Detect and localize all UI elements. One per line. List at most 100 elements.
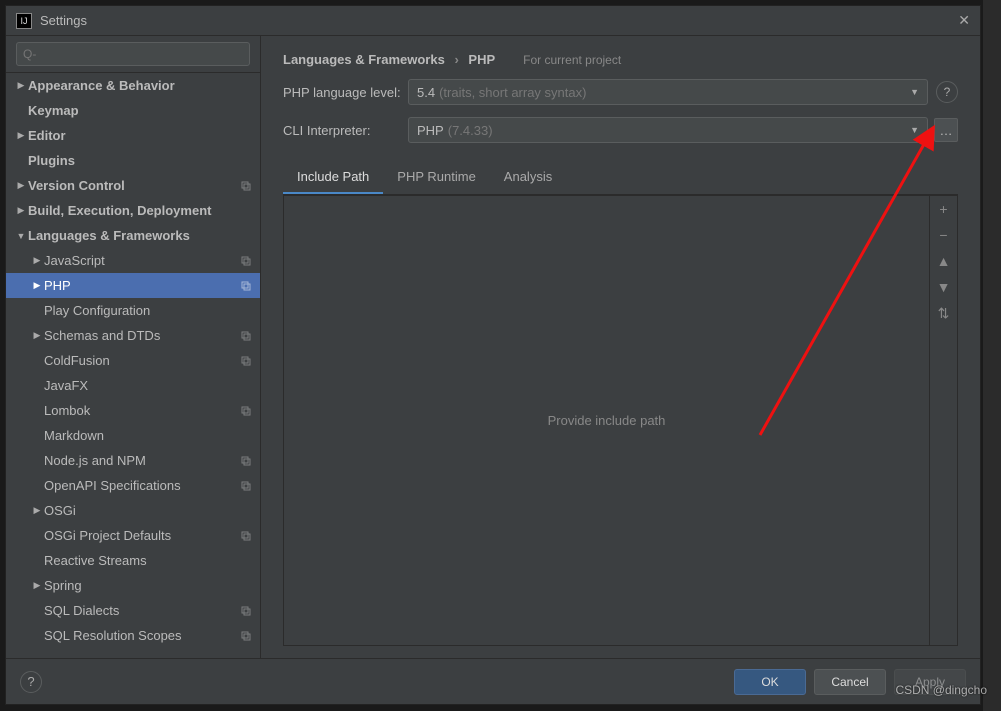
expand-icon: ▶ [30,255,44,266]
language-level-label: PHP language level: [283,85,408,100]
search-input[interactable] [16,42,250,66]
copy-icon [240,355,252,367]
sidebar-item-label: OSGi [44,503,252,518]
sidebar-item-label: SQL Dialects [44,603,240,618]
expand-icon: ▶ [14,130,28,141]
sidebar-item-javascript[interactable]: ▶JavaScript [6,248,260,273]
sidebar-item-openapi-specifications[interactable]: OpenAPI Specifications [6,473,260,498]
sidebar-item-label: Version Control [28,178,240,193]
breadcrumb-leaf: PHP [468,52,495,67]
sidebar-item-keymap[interactable]: Keymap [6,98,260,123]
sidebar-item-label: Markdown [44,428,252,443]
sidebar: ▶Appearance & BehaviorKeymap▶EditorPlugi… [6,36,261,658]
window-title: Settings [40,13,958,28]
chevron-down-icon: ▼ [910,87,919,97]
include-path-panel: Provide include path + − ▲ ▼ ⇅ [283,195,958,646]
sidebar-item-coldfusion[interactable]: ColdFusion [6,348,260,373]
help-icon[interactable]: ? [936,81,958,103]
language-level-value: 5.4 [417,85,435,100]
sidebar-item-label: Languages & Frameworks [28,228,252,243]
main-panel: Languages & Frameworks › PHP For current… [261,36,980,658]
move-up-button[interactable]: ▲ [937,254,951,268]
move-down-button[interactable]: ▼ [937,280,951,294]
cancel-button[interactable]: Cancel [814,669,886,695]
remove-button[interactable]: − [939,228,947,242]
sidebar-item-javafx[interactable]: JavaFX [6,373,260,398]
sidebar-item-markdown[interactable]: Markdown [6,423,260,448]
ok-button[interactable]: OK [734,669,806,695]
sidebar-item-osgi[interactable]: ▶OSGi [6,498,260,523]
watermark: CSDN @dingcho [895,683,987,697]
sidebar-item-lombok[interactable]: Lombok [6,398,260,423]
expand-icon: ▶ [14,180,28,191]
chevron-right-icon: › [454,52,458,67]
breadcrumb: Languages & Frameworks › PHP [283,52,495,67]
sidebar-item-osgi-project-defaults[interactable]: OSGi Project Defaults [6,523,260,548]
sidebar-item-label: Spring [44,578,252,593]
cli-dropdown[interactable]: PHP (7.4.33) ▼ [408,117,928,143]
sidebar-item-appearance-behavior[interactable]: ▶Appearance & Behavior [6,73,260,98]
help-button[interactable]: ? [20,671,42,693]
copy-icon [240,530,252,542]
include-path-toolbar: + − ▲ ▼ ⇅ [929,196,957,645]
breadcrumb-root[interactable]: Languages & Frameworks [283,52,445,67]
sidebar-item-schemas-and-dtds[interactable]: ▶Schemas and DTDs [6,323,260,348]
expand-icon: ▶ [30,505,44,516]
copy-icon [240,180,252,192]
sidebar-item-languages-frameworks[interactable]: ▼Languages & Frameworks [6,223,260,248]
sidebar-item-label: Play Configuration [44,303,252,318]
close-icon[interactable]: ✕ [958,12,970,29]
language-level-hint: (traits, short array syntax) [439,85,586,100]
chevron-down-icon: ▼ [910,125,919,135]
include-path-placeholder: Provide include path [284,196,929,645]
sidebar-item-label: Editor [28,128,252,143]
add-button[interactable]: + [939,202,947,216]
tab-include-path[interactable]: Include Path [283,161,383,194]
sidebar-item-label: OpenAPI Specifications [44,478,240,493]
sidebar-item-spring[interactable]: ▶Spring [6,573,260,598]
sidebar-item-build-execution-deployment[interactable]: ▶Build, Execution, Deployment [6,198,260,223]
copy-icon [240,330,252,342]
sidebar-item-label: Reactive Streams [44,553,252,568]
sidebar-item-php[interactable]: ▶PHP [6,273,260,298]
language-level-row: PHP language level: 5.4 (traits, short a… [283,79,958,105]
tab-php-runtime[interactable]: PHP Runtime [383,161,490,194]
sidebar-item-label: Keymap [28,103,252,118]
cli-value: PHP [417,123,444,138]
cli-label: CLI Interpreter: [283,123,408,138]
tab-analysis[interactable]: Analysis [490,161,566,194]
expand-icon: ▶ [30,280,44,291]
main-header: Languages & Frameworks › PHP For current… [261,36,980,79]
copy-icon [240,605,252,617]
sidebar-item-label: Plugins [28,153,252,168]
browse-button[interactable]: … [934,118,958,142]
settings-tree[interactable]: ▶Appearance & BehaviorKeymap▶EditorPlugi… [6,73,260,658]
sidebar-item-label: JavaFX [44,378,252,393]
sidebar-item-label: Lombok [44,403,240,418]
sidebar-item-reactive-streams[interactable]: Reactive Streams [6,548,260,573]
sidebar-item-node-js-and-npm[interactable]: Node.js and NPM [6,448,260,473]
sidebar-item-label: ColdFusion [44,353,240,368]
titlebar: IJ Settings ✕ [6,6,980,36]
sidebar-item-sql-dialects[interactable]: SQL Dialects [6,598,260,623]
copy-icon [240,255,252,267]
background-strip [983,0,1001,711]
sort-button[interactable]: ⇅ [938,306,950,320]
sidebar-item-label: PHP [44,278,240,293]
sidebar-item-editor[interactable]: ▶Editor [6,123,260,148]
sidebar-item-label: Build, Execution, Deployment [28,203,252,218]
tabs: Include PathPHP RuntimeAnalysis [283,161,958,195]
expand-icon: ▶ [14,205,28,216]
sidebar-item-label: OSGi Project Defaults [44,528,240,543]
expand-icon: ▶ [14,80,28,91]
cli-hint: (7.4.33) [448,123,493,138]
expand-icon: ▼ [14,231,28,241]
sidebar-item-plugins[interactable]: Plugins [6,148,260,173]
sidebar-item-sql-resolution-scopes[interactable]: SQL Resolution Scopes [6,623,260,648]
sidebar-item-version-control[interactable]: ▶Version Control [6,173,260,198]
sidebar-item-label: Node.js and NPM [44,453,240,468]
language-level-dropdown[interactable]: 5.4 (traits, short array syntax) ▼ [408,79,928,105]
footer: ? OK Cancel Apply [6,658,980,704]
sidebar-item-play-configuration[interactable]: Play Configuration [6,298,260,323]
form-area: PHP language level: 5.4 (traits, short a… [261,79,980,161]
